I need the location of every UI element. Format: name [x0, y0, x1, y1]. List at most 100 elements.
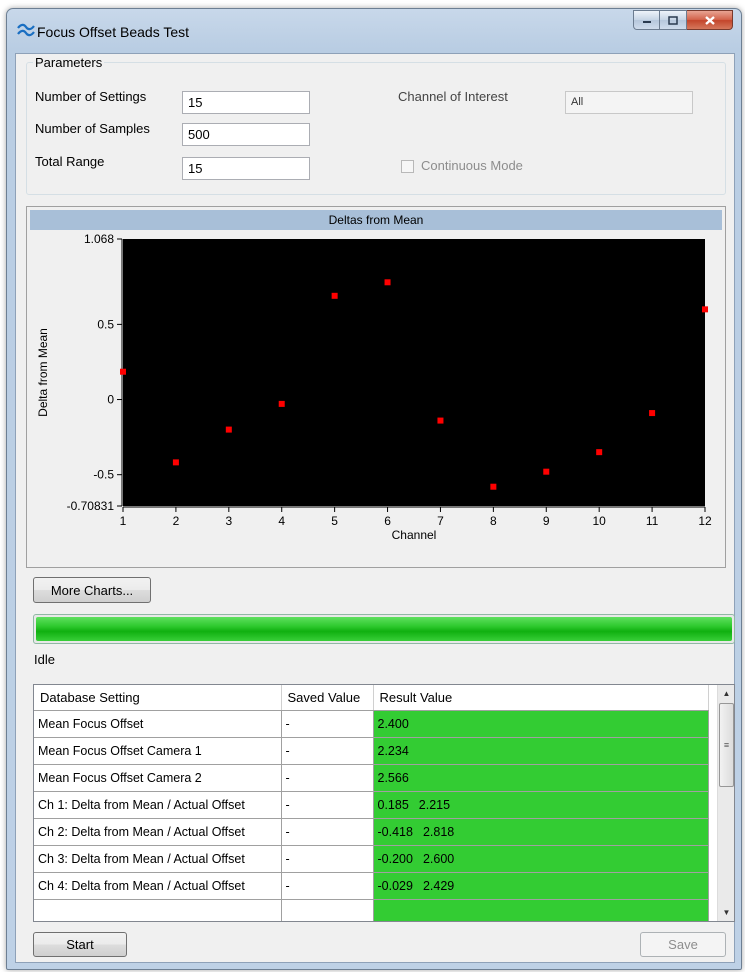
- y-tick-label: -0.70831: [67, 499, 115, 513]
- actual-offset-value: 2.818: [422, 824, 455, 839]
- result-value: 2.400: [377, 716, 409, 731]
- x-tick-label: 1: [120, 514, 127, 528]
- setting-cell[interactable]: Mean Focus Offset: [34, 710, 282, 738]
- result-value-cell[interactable]: 0.185 2.215: [373, 791, 709, 819]
- save-button[interactable]: Save: [640, 932, 726, 957]
- data-point: [384, 279, 391, 286]
- start-button[interactable]: Start: [33, 932, 127, 957]
- table-row[interactable]: Ch 4: Delta from Mean / Actual Offset - -0…: [34, 872, 709, 900]
- results-table: Database Setting Saved Value Result Valu…: [34, 685, 709, 921]
- saved-value-cell[interactable]: -: [281, 818, 374, 846]
- total-range-label: Total Range: [35, 154, 105, 169]
- close-icon: [704, 15, 715, 25]
- setting-cell[interactable]: Ch 1: Delta from Mean / Actual Offset: [34, 791, 282, 819]
- client-area: Parameters Number of Settings 15 Number …: [15, 53, 735, 963]
- table-row[interactable]: Mean Focus Offset -2.400: [34, 710, 709, 738]
- actual-offset-value: 2.215: [418, 797, 451, 812]
- channel-of-interest-field[interactable]: All: [565, 91, 693, 114]
- number-of-samples-field[interactable]: 500: [182, 123, 310, 146]
- saved-value-cell[interactable]: [281, 899, 374, 921]
- close-button[interactable]: [687, 10, 733, 30]
- actual-offset-value: 2.429: [422, 878, 455, 893]
- scroll-up-icon[interactable]: ▲: [718, 685, 734, 702]
- continuous-mode-checkbox[interactable]: [401, 160, 414, 173]
- data-point: [331, 292, 338, 299]
- setting-cell[interactable]: Mean Focus Offset Camera 2: [34, 764, 282, 792]
- maximize-button[interactable]: [660, 10, 687, 30]
- progress-bar: [33, 614, 735, 644]
- setting-cell[interactable]: Ch 2: Delta from Mean / Actual Offset: [34, 818, 282, 846]
- result-value-cell[interactable]: -0.029 2.429: [373, 872, 709, 900]
- saved-value-cell[interactable]: -: [281, 872, 374, 900]
- result-value-cell[interactable]: [373, 899, 709, 921]
- column-header-result-value[interactable]: Result Value: [373, 685, 709, 711]
- result-value: 2.566: [377, 770, 409, 785]
- result-value: -0.029: [377, 878, 413, 893]
- result-value-cell[interactable]: -0.418 2.818: [373, 818, 709, 846]
- scatter-chart: 1.0680.50-0.5-0.70831 1 2 3 4 5 6 7 8 9 10 11 12 Ch…: [36, 232, 712, 542]
- minimize-icon: [642, 21, 651, 23]
- scroll-down-icon[interactable]: ▼: [718, 904, 734, 921]
- saved-value-cell[interactable]: -: [281, 845, 374, 873]
- result-value-cell[interactable]: 2.566: [373, 764, 709, 792]
- column-header-database-setting[interactable]: Database Setting: [34, 685, 282, 711]
- result-value: -0.200: [377, 851, 413, 866]
- window-controls: [633, 10, 733, 30]
- x-axis-label: Channel: [392, 528, 437, 542]
- y-tick-label: 1.068: [84, 232, 114, 246]
- window-title: Focus Offset Beads Test: [37, 24, 190, 40]
- result-value: -0.418: [377, 824, 413, 839]
- chart-panel: Deltas from Mean 1.068 0.5 0 -0.5 -0.70831 1…: [26, 206, 726, 568]
- number-of-samples-label: Number of Samples: [35, 121, 150, 136]
- total-range-field[interactable]: 15: [182, 157, 310, 180]
- table-row[interactable]: Mean Focus Offset Camera 1-2.234: [34, 737, 709, 765]
- minimize-button[interactable]: [633, 10, 660, 30]
- setting-cell[interactable]: Ch 4: Delta from Mean / Actual Offset: [34, 872, 282, 900]
- data-point: [702, 306, 708, 313]
- grid-scrollbar[interactable]: ▲ ≡ ▼: [717, 685, 734, 921]
- setting-cell[interactable]: [34, 899, 282, 921]
- data-point: [649, 410, 656, 417]
- results-grid[interactable]: Database Setting Saved Value Result Valu…: [33, 684, 735, 922]
- x-tick-label: 4: [278, 514, 285, 528]
- x-axis: 1 2 3 4 5 6 7 8 9 10 11 12: [120, 506, 712, 528]
- x-tick-label: 11: [646, 514, 659, 528]
- result-value: 2.234: [377, 743, 409, 758]
- result-value-cell[interactable]: -0.200 2.600: [373, 845, 709, 873]
- number-of-settings-label: Number of Settings: [35, 89, 147, 104]
- data-point: [490, 483, 497, 490]
- setting-cell[interactable]: Ch 3: Delta from Mean / Actual Offset: [34, 845, 282, 873]
- data-point: [278, 400, 285, 407]
- plot-area: [123, 239, 705, 506]
- table-row[interactable]: Ch 2: Delta from Mean / Actual Offset - -0…: [34, 818, 709, 846]
- result-value-cell[interactable]: 2.234: [373, 737, 709, 765]
- scroll-thumb[interactable]: ≡: [719, 703, 734, 787]
- title-bar[interactable]: Focus Offset Beads Test: [7, 9, 741, 53]
- channel-of-interest-label: Channel of Interest: [398, 89, 508, 104]
- saved-value-cell[interactable]: -: [281, 710, 374, 738]
- number-of-settings-field[interactable]: 15: [182, 91, 310, 114]
- y-axis: 1.068 0.5 0 -0.5 -0.70831: [67, 232, 123, 513]
- saved-value-cell[interactable]: -: [281, 791, 374, 819]
- table-row[interactable]: Mean Focus Offset Camera 2-2.566: [34, 764, 709, 792]
- saved-value-cell[interactable]: -: [281, 764, 374, 792]
- x-tick-label: 10: [593, 514, 607, 528]
- x-tick-label: 8: [490, 514, 497, 528]
- progress-fill: [36, 617, 732, 641]
- table-row[interactable]: [34, 899, 709, 921]
- parameters-group-label: Parameters: [33, 55, 105, 70]
- saved-value-cell[interactable]: -: [281, 737, 374, 765]
- continuous-mode-label: Continuous Mode: [421, 158, 523, 173]
- table-row[interactable]: Ch 3: Delta from Mean / Actual Offset - -0…: [34, 845, 709, 873]
- parameters-group: Parameters Number of Settings 15 Number …: [26, 55, 726, 195]
- column-header-saved-value[interactable]: Saved Value: [281, 685, 374, 711]
- grid-header-row: Database Setting Saved Value Result Valu…: [34, 685, 709, 711]
- app-window: Focus Offset Beads Test Parameters Numbe…: [6, 8, 742, 970]
- wave-icon: [17, 23, 35, 37]
- result-value-cell[interactable]: 2.400: [373, 710, 709, 738]
- more-charts-button[interactable]: More Charts...: [33, 577, 151, 603]
- setting-cell[interactable]: Mean Focus Offset Camera 1: [34, 737, 282, 765]
- actual-offset-value: 2.600: [422, 851, 455, 866]
- table-row[interactable]: Ch 1: Delta from Mean / Actual Offset -0.…: [34, 791, 709, 819]
- data-point: [172, 459, 179, 466]
